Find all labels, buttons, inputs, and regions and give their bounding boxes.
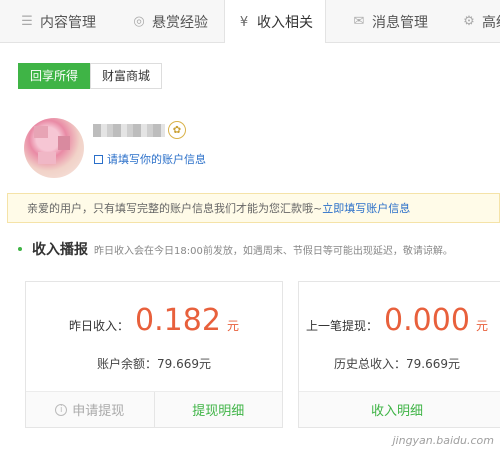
fill-account-info-label: 请填写你的账户信息 bbox=[107, 153, 206, 166]
medal-icon[interactable]: ✿ bbox=[168, 121, 186, 139]
income-broadcast-header: 收入播报 昨日收入会在今日18:00前发放，如遇周末、节假日等可能出现延迟，敬请… bbox=[18, 239, 453, 259]
section-dot bbox=[18, 247, 22, 251]
fill-account-info-link[interactable]: 请填写你的账户信息 bbox=[94, 151, 206, 167]
edit-icon bbox=[94, 154, 103, 164]
total-income: 历史总收入：79.669元 bbox=[334, 357, 460, 371]
list-icon: ☰ bbox=[21, 14, 33, 29]
notice-bar: 亲爱的用户，只有填写完整的账户信息我们才能为您汇款哦~ 立即填写账户信息 bbox=[7, 193, 500, 223]
section-note: 昨日收入会在今日18:00前发放，如遇周末、节假日等可能出现延迟，敬请谅解。 bbox=[94, 245, 453, 257]
info-icon: i bbox=[55, 403, 68, 416]
card-actions: i 申请提现 提现明细 bbox=[26, 391, 282, 427]
top-nav: ☰ 内容管理 ◎ 悬赏经验 ¥ 收入相关 ✉ 消息管理 ⚙ 高级 bbox=[0, 0, 500, 44]
mail-icon: ✉ bbox=[353, 14, 365, 29]
last-withdraw-value: 0.000 bbox=[384, 303, 470, 338]
tab-label: 高级 bbox=[482, 14, 500, 31]
tab-income[interactable]: ¥ 收入相关 bbox=[224, 0, 326, 44]
last-withdraw-label: 上一笔提现： bbox=[306, 319, 379, 333]
withdraw-details-button[interactable]: 提现明细 bbox=[153, 392, 283, 427]
tab-advanced[interactable]: ⚙ 高级 bbox=[462, 0, 500, 43]
income-panel: 回享所得 财富商城 ✿ 请填写你的账户信息 亲爱的用户，只有填写完整的账户信息我… bbox=[0, 43, 500, 453]
watermark: jingyan.baidu.com bbox=[392, 434, 494, 447]
notice-text: 亲爱的用户，只有填写完整的账户信息我们才能为您汇款哦~ bbox=[27, 202, 323, 215]
username-blurred bbox=[93, 124, 165, 137]
avatar[interactable] bbox=[24, 118, 84, 178]
apply-withdraw-button[interactable]: i 申请提现 bbox=[26, 392, 154, 427]
last-withdraw-card: 上一笔提现： 0.000 元 历史总收入：79.669元 收入明细 bbox=[298, 281, 500, 428]
yesterday-income-value: 0.182 bbox=[135, 303, 221, 338]
yesterday-income-unit: 元 bbox=[226, 319, 239, 333]
tab-label: 收入相关 bbox=[257, 15, 313, 31]
subtab-wealth-mall[interactable]: 财富商城 bbox=[90, 63, 163, 89]
tab-messages[interactable]: ✉ 消息管理 bbox=[352, 0, 428, 43]
account-balance: 账户余额：79.669元 bbox=[97, 357, 211, 371]
fill-account-now-link[interactable]: 立即填写账户信息 bbox=[322, 200, 410, 216]
last-withdraw-unit: 元 bbox=[475, 319, 488, 333]
apply-withdraw-label: 申请提现 bbox=[72, 404, 125, 419]
tab-label: 悬赏经验 bbox=[152, 14, 208, 31]
tab-content-manage[interactable]: ☰ 内容管理 bbox=[20, 0, 96, 43]
section-title: 收入播报 bbox=[32, 242, 88, 258]
tab-bounty-experience[interactable]: ◎ 悬赏经验 bbox=[132, 0, 208, 43]
card-actions: 收入明细 bbox=[299, 391, 500, 427]
tab-label: 内容管理 bbox=[40, 14, 96, 31]
subtab-share-earnings[interactable]: 回享所得 bbox=[18, 63, 91, 89]
income-details-button[interactable]: 收入明细 bbox=[299, 392, 500, 427]
yen-icon: ¥ bbox=[239, 14, 249, 30]
tab-label: 消息管理 bbox=[372, 14, 428, 31]
yesterday-income-card: 昨日收入： 0.182 元 账户余额：79.669元 i 申请提现 提现明细 bbox=[25, 281, 283, 428]
gear-icon: ⚙ bbox=[463, 14, 475, 29]
subtabs: 回享所得 财富商城 bbox=[18, 63, 163, 89]
yesterday-income-label: 昨日收入： bbox=[69, 319, 130, 333]
coin-icon: ◎ bbox=[133, 14, 145, 29]
